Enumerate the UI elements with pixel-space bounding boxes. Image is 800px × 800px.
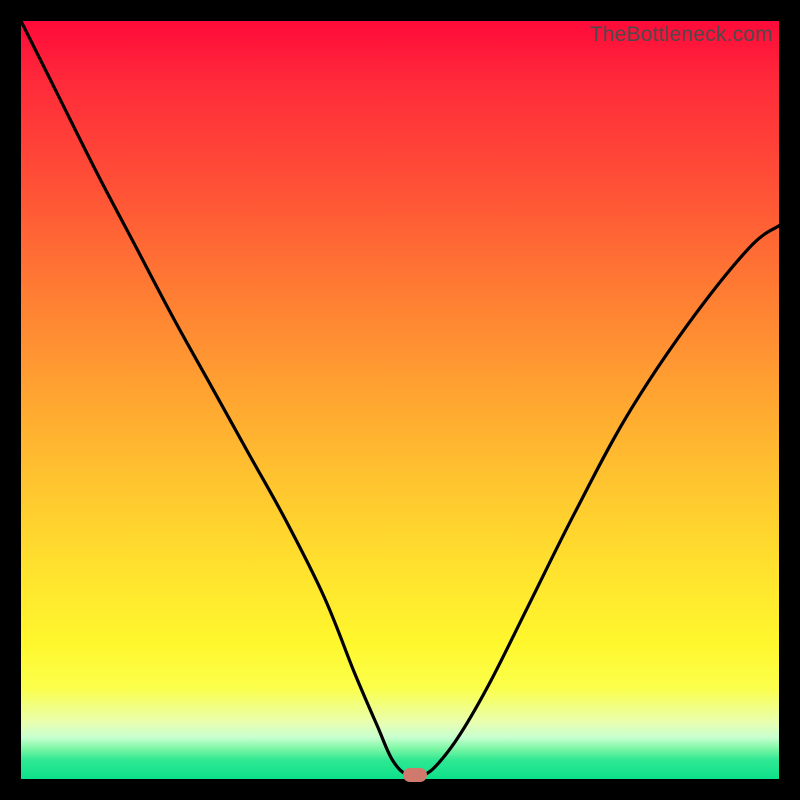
bottleneck-curve: [21, 21, 779, 779]
chart-frame: TheBottleneck.com: [0, 0, 800, 800]
minimum-marker: [403, 768, 427, 782]
plot-area: TheBottleneck.com: [21, 21, 779, 779]
